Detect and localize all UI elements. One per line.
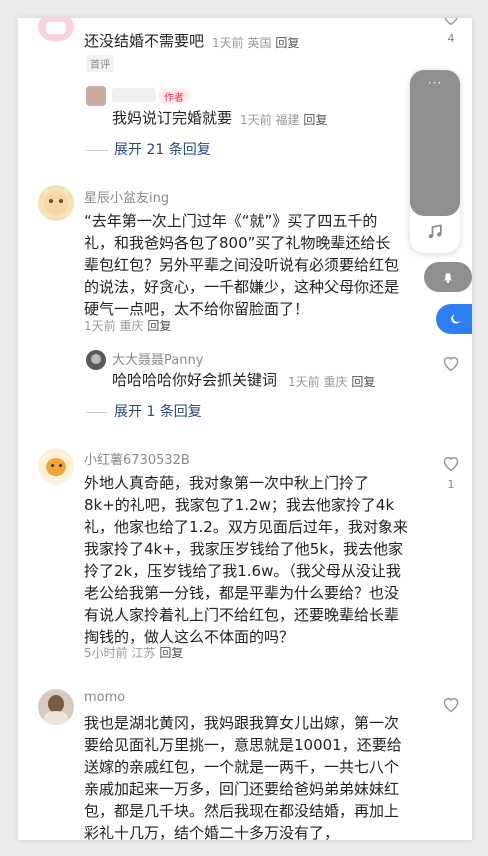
like-button[interactable]: 1 xyxy=(439,454,463,491)
reply-meta: 1天前 福建 回复 xyxy=(240,113,328,127)
heart-icon xyxy=(443,356,459,372)
heart-icon xyxy=(444,18,458,26)
reply-text: 哈哈哈哈你好会抓关键词 xyxy=(112,371,278,389)
first-comment-badge: 首评 xyxy=(86,55,114,72)
comment-text: 我也是湖北黄冈，我妈跟我算女儿出嫁，第一次 要给见面礼万里挑一，意思就是1000… xyxy=(84,714,402,840)
username[interactable]: 星辰小盆友ing xyxy=(84,187,169,206)
avatar[interactable] xyxy=(86,86,106,106)
like-count: 1 xyxy=(447,478,455,491)
bell-icon xyxy=(444,273,452,283)
dark-mode-button[interactable] xyxy=(436,304,472,334)
reply-button[interactable]: 回复 xyxy=(275,36,299,50)
expand-replies-link[interactable]: 展开 21 条回复 xyxy=(86,139,211,159)
reply-button[interactable]: 回复 xyxy=(351,375,375,389)
comment-list: 还没结婚不需要吧 1天前 英国 回复 首评 4 作者 我妈说订完婚就要 1天前 … xyxy=(18,18,472,840)
notification-button[interactable] xyxy=(424,262,472,292)
comment-meta: 1天前 重庆 回复 xyxy=(84,319,172,333)
reply-text: 我妈说订完婚就要 xyxy=(112,109,233,127)
reply-button[interactable]: 回复 xyxy=(303,113,327,127)
author-badge: 作者 xyxy=(158,88,190,105)
username-blurred xyxy=(112,88,156,102)
reply-button[interactable]: 回复 xyxy=(147,319,171,333)
like-count: 4 xyxy=(447,32,455,45)
reply-meta: 1天前 重庆 回复 xyxy=(288,375,376,389)
music-icon[interactable] xyxy=(425,222,445,242)
avatar[interactable] xyxy=(86,350,106,370)
expand-replies-link[interactable]: 展开 1 条回复 xyxy=(86,401,202,421)
username[interactable]: momo xyxy=(84,690,125,705)
more-icon[interactable]: ··· xyxy=(410,76,460,90)
moon-icon xyxy=(451,314,460,324)
comment-text: “去年第一次上门过年《“就”》买了四五千的 礼，和我爸妈各包了800”买了礼物晚… xyxy=(84,212,400,318)
heart-icon xyxy=(443,456,459,472)
comment-meta: 5小时前 江苏 回复 xyxy=(84,646,184,660)
avatar[interactable] xyxy=(38,185,74,221)
avatar[interactable] xyxy=(38,689,74,725)
comment-meta: 1天前 英国 回复 xyxy=(212,36,300,50)
floating-panel-dark[interactable] xyxy=(410,70,460,216)
heart-icon xyxy=(443,697,459,713)
floating-panel: ··· xyxy=(410,70,460,253)
like-button[interactable] xyxy=(439,695,463,717)
username[interactable]: 小红薯6730532B xyxy=(84,449,190,468)
comment-text: 外地人真奇葩，我对象第一次中秋上门拎了 8k+的礼吧，我家包了1.2w；我去他家… xyxy=(84,474,408,646)
avatar[interactable] xyxy=(38,18,74,42)
comment-text: 还没结婚不需要吧 xyxy=(84,32,205,50)
like-button[interactable]: 4 xyxy=(439,18,463,45)
username[interactable]: 大大聂聂Panny xyxy=(112,349,203,368)
like-button[interactable] xyxy=(439,354,463,376)
reply-button[interactable]: 回复 xyxy=(159,646,183,660)
avatar[interactable] xyxy=(38,448,74,484)
